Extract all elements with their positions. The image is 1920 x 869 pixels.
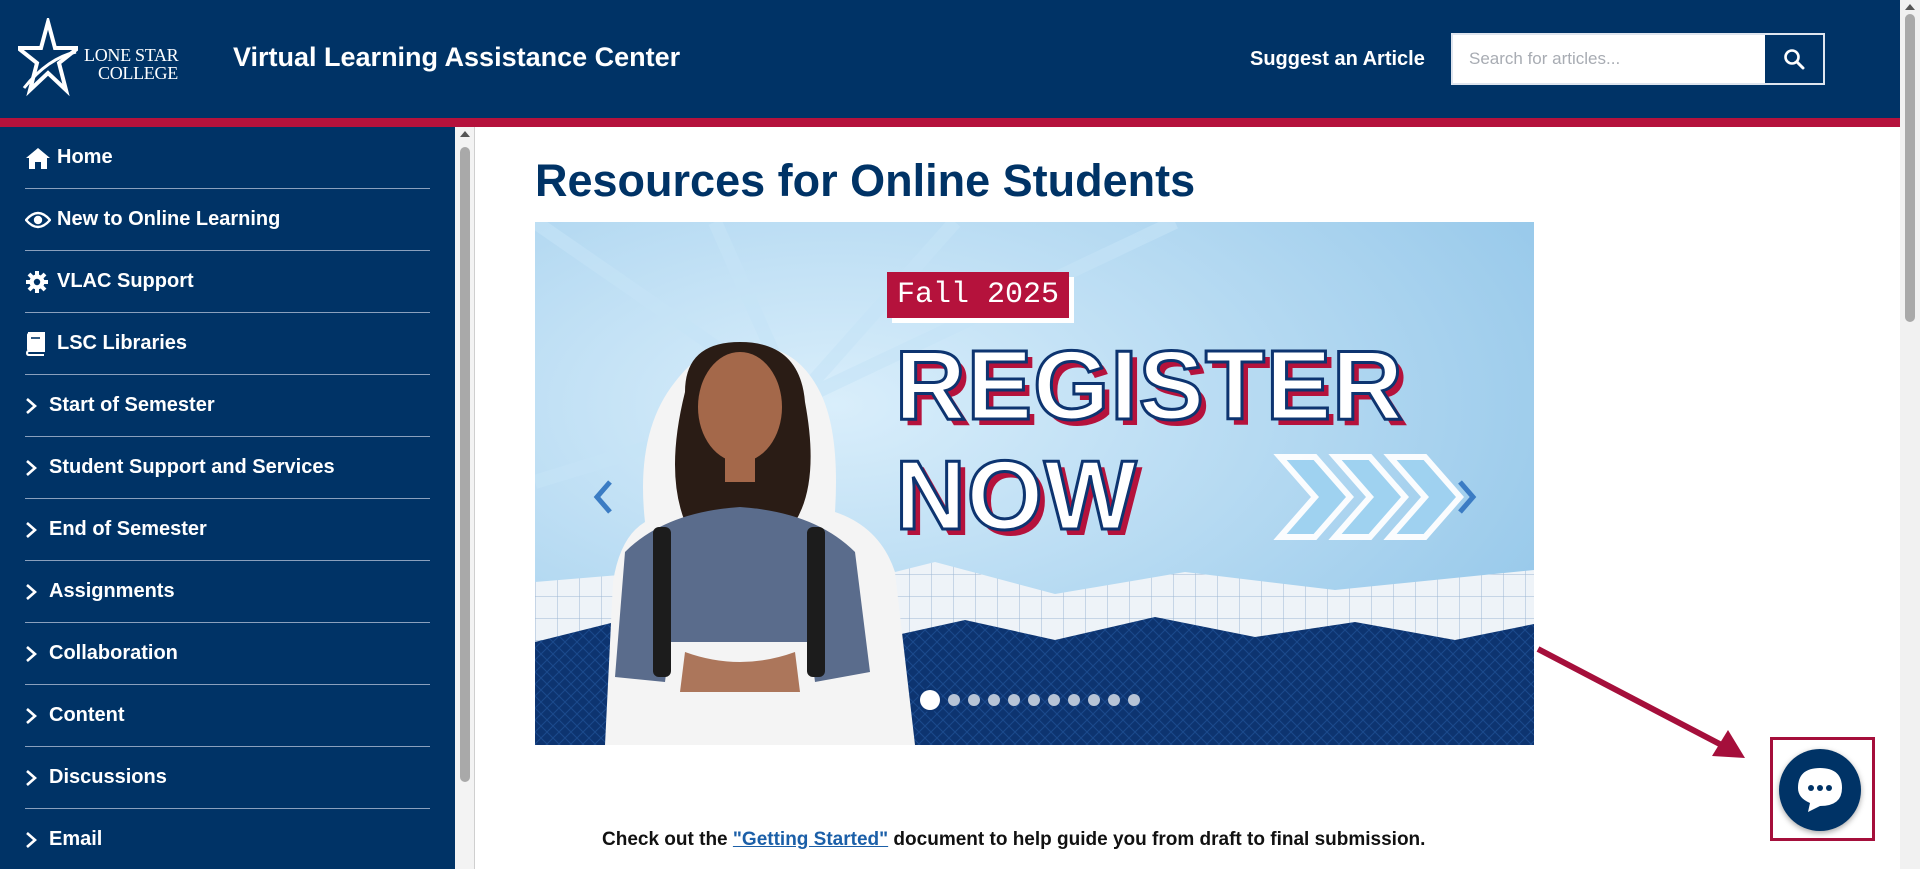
chevron-right-icon — [25, 769, 47, 787]
suggest-article-link[interactable]: Suggest an Article — [1250, 48, 1425, 71]
logo-wordmark: LONE STAR COLLEGE — [84, 45, 179, 83]
lone-star-college-logo[interactable]: LONE STAR COLLEGE — [12, 14, 198, 98]
carousel-dot[interactable] — [1108, 694, 1120, 706]
banner-headline-1: REGISTER — [894, 330, 1405, 440]
site-header: LONE STAR COLLEGE Virtual Learning Assis… — [0, 0, 1900, 118]
carousel-dot[interactable] — [1028, 694, 1040, 706]
sidebar-item-content[interactable]: Content — [25, 685, 430, 747]
page-scroll-up-arrow-icon[interactable] — [1905, 4, 1915, 10]
banner-headline-2: NOW — [894, 440, 1138, 550]
sidebar-nav: Home New to Online Learning VLAC Support… — [0, 127, 455, 869]
search-icon — [1784, 49, 1805, 70]
sidebar-item-label: Student Support and Services — [49, 456, 335, 478]
page-title: Resources for Online Students — [535, 155, 1196, 206]
sidebar-item-label: Email — [49, 828, 103, 850]
chevron-right-icon — [25, 645, 47, 663]
eye-icon — [25, 206, 53, 234]
sidebar-item-new-to-online-learning[interactable]: New to Online Learning — [25, 189, 430, 251]
chevron-right-icon — [25, 521, 47, 539]
sidebar-item-collaboration[interactable]: Collaboration — [25, 623, 430, 685]
carousel-dot[interactable] — [1088, 694, 1100, 706]
sidebar-item-label: Start of Semester — [49, 394, 215, 416]
carousel-dot[interactable] — [1128, 694, 1140, 706]
getting-started-paragraph: Check out the "Getting Started" document… — [602, 829, 1426, 850]
home-icon — [25, 144, 53, 172]
header-accent-stripe — [0, 118, 1900, 127]
chevron-right-icon — [25, 707, 47, 725]
sidebar-scrollbar[interactable] — [455, 127, 475, 869]
sidebar-list: Home New to Online Learning VLAC Support… — [25, 127, 430, 869]
site-title[interactable]: Virtual Learning Assistance Center — [233, 42, 680, 73]
page-scrollbar[interactable] — [1900, 0, 1920, 869]
sidebar-item-vlac-support[interactable]: VLAC Support — [25, 251, 430, 313]
gear-icon — [25, 268, 53, 296]
banner-tag: Fall 2025 — [896, 278, 1060, 312]
search-form — [1451, 33, 1825, 85]
sidebar-item-lsc-libraries[interactable]: LSC Libraries — [25, 313, 430, 375]
search-button[interactable] — [1765, 35, 1823, 83]
carousel-dot[interactable] — [1068, 694, 1080, 706]
sidebar-item-student-support-and-services[interactable]: Student Support and Services — [25, 437, 430, 499]
carousel-pagination — [920, 690, 1140, 710]
sidebar-scroll-thumb[interactable] — [460, 147, 470, 782]
sidebar-item-discussions[interactable]: Discussions — [25, 747, 430, 809]
sidebar-item-label: Discussions — [49, 766, 167, 788]
chevron-right-icon — [25, 397, 47, 415]
sidebar-item-assignments[interactable]: Assignments — [25, 561, 430, 623]
sidebar-item-label: Home — [57, 146, 113, 168]
scroll-up-arrow-icon[interactable] — [460, 131, 470, 137]
book-icon — [25, 330, 53, 358]
sidebar-item-label: Collaboration — [49, 642, 178, 664]
carousel-dot[interactable] — [968, 694, 980, 706]
getting-started-link[interactable]: "Getting Started" — [733, 829, 888, 850]
sidebar-item-label: Content — [49, 704, 125, 726]
chevron-right-icon — [25, 831, 47, 849]
search-input[interactable] — [1453, 35, 1765, 83]
sidebar-item-start-of-semester[interactable]: Start of Semester — [25, 375, 430, 437]
sidebar-item-label: Assignments — [49, 580, 175, 602]
sidebar-item-label: LSC Libraries — [57, 332, 188, 354]
sidebar-item-email[interactable]: Email — [25, 809, 430, 869]
chat-button[interactable] — [1779, 749, 1861, 831]
star-logo-icon — [12, 14, 84, 97]
sidebar-item-label: End of Semester — [49, 518, 207, 540]
carousel-dot[interactable] — [948, 694, 960, 706]
chat-bubble-icon — [1798, 768, 1842, 812]
sidebar-item-home[interactable]: Home — [25, 127, 430, 189]
carousel-dot[interactable] — [1048, 694, 1060, 706]
carousel-dot[interactable] — [920, 690, 940, 710]
sidebar-item-label: New to Online Learning — [57, 208, 281, 230]
sidebar-item-end-of-semester[interactable]: End of Semester — [25, 499, 430, 561]
carousel-dot[interactable] — [988, 694, 1000, 706]
page-scroll-thumb[interactable] — [1905, 14, 1915, 322]
carousel-banner[interactable]: Fall 2025 REGISTER NOW — [535, 222, 1534, 745]
carousel-dot[interactable] — [1008, 694, 1020, 706]
chevron-right-icon — [25, 583, 47, 601]
sidebar-item-label: VLAC Support — [57, 270, 194, 292]
chevron-right-icon — [25, 459, 47, 477]
